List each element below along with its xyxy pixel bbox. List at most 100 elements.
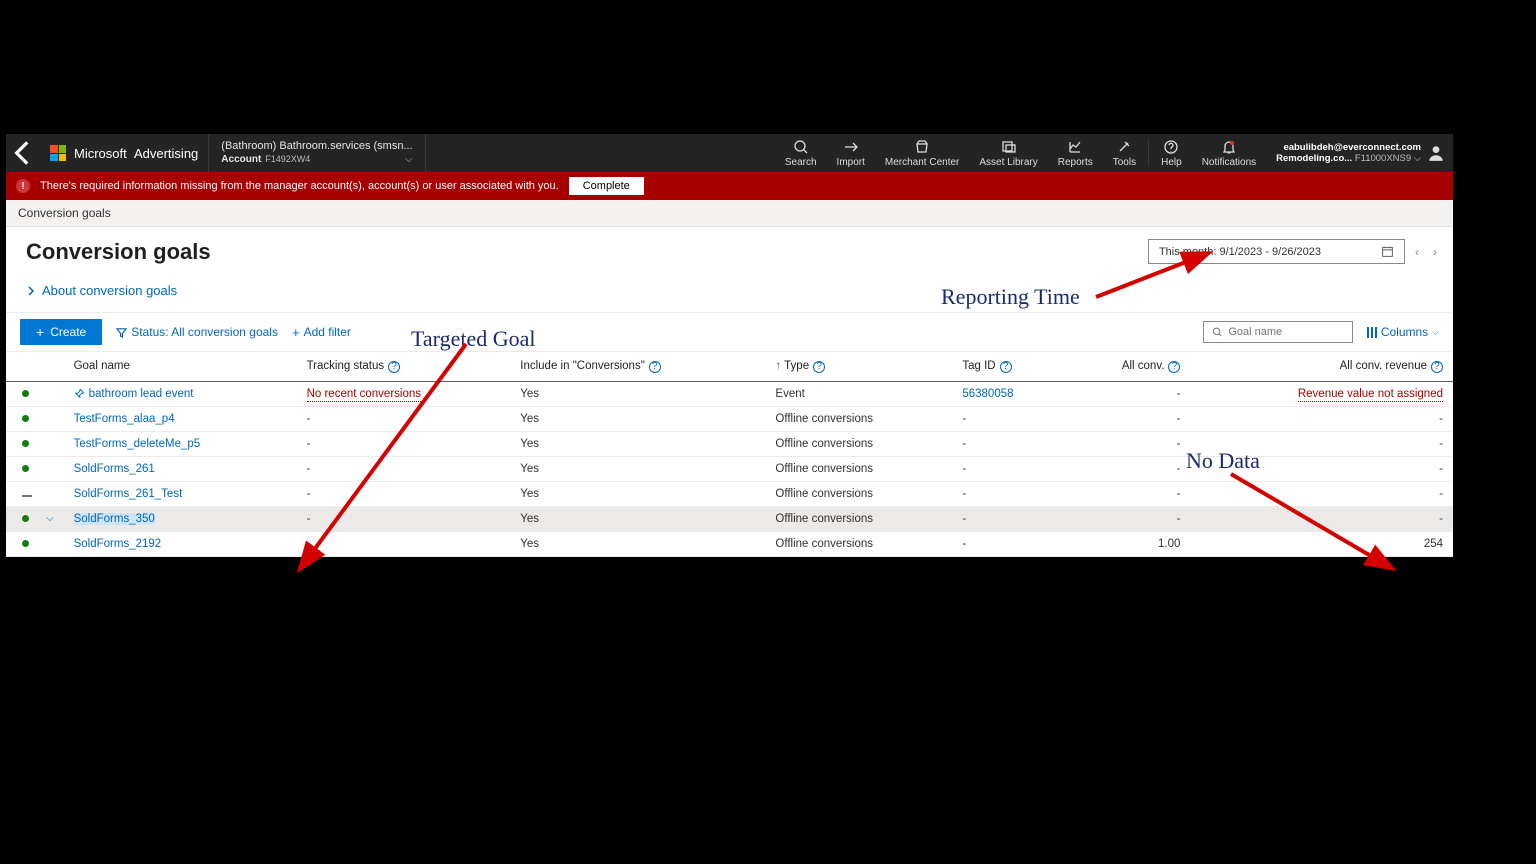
col-include[interactable]: Include in "Conversions"? — [510, 352, 765, 381]
col-tag[interactable]: Tag ID? — [952, 352, 1065, 381]
row-expand — [42, 406, 64, 431]
help-icon[interactable]: ? — [1168, 361, 1180, 373]
goal-name-cell[interactable]: SoldForms_261 — [64, 456, 297, 481]
goal-name-cell[interactable]: SoldForms_350 — [64, 506, 297, 531]
merchant-tool[interactable]: Merchant Center — [875, 134, 969, 172]
table-row[interactable]: TestForms_deleteMe_p5-YesOffline convers… — [6, 431, 1453, 456]
tag-cell: - — [952, 506, 1065, 531]
allconv-cell: - — [1065, 506, 1190, 531]
col-goalname[interactable]: Goal name — [64, 352, 297, 381]
include-cell: Yes — [510, 456, 765, 481]
table-row[interactable]: SoldForms_2192-YesOffline conversions-1.… — [6, 531, 1453, 556]
goals-table: Goal name Tracking status? Include in "C… — [6, 352, 1453, 557]
asset-library-tool[interactable]: Asset Library — [969, 134, 1047, 172]
about-expander[interactable]: About conversion goals — [26, 265, 1433, 312]
help-icon[interactable]: ? — [388, 361, 400, 373]
brand-text: Microsoft Advertising — [74, 146, 198, 161]
col-allconv[interactable]: All conv.? — [1065, 352, 1190, 381]
status-filter[interactable]: Status: All conversion goals — [116, 325, 278, 339]
tag-cell[interactable]: 56380058 — [952, 381, 1065, 406]
date-range-picker[interactable]: This month: 9/1/2023 - 9/26/2023 — [1148, 239, 1405, 264]
col-tracking[interactable]: Tracking status? — [297, 352, 511, 381]
help-icon[interactable]: ? — [1431, 361, 1443, 373]
status-filter-label: Status: All conversion goals — [131, 325, 278, 339]
allconv-cell: - — [1065, 381, 1190, 406]
columns-label: Columns — [1381, 325, 1428, 339]
help-icon[interactable]: ? — [1000, 361, 1012, 373]
tracking-cell: No recent conversions — [297, 381, 511, 406]
row-expand — [42, 381, 64, 406]
table-row[interactable]: SoldForms_261_Test-YesOffline conversion… — [6, 481, 1453, 506]
search-label: Search — [785, 157, 817, 168]
type-cell: Event — [765, 381, 952, 406]
allconv-cell: - — [1065, 406, 1190, 431]
user-account[interactable]: eabulibdeh@everconnect.com Remodeling.co… — [1266, 134, 1425, 172]
table-row[interactable]: SoldForms_261-YesOffline conversions--- — [6, 456, 1453, 481]
date-next-button[interactable]: › — [1429, 245, 1441, 259]
goal-name-cell[interactable]: SoldForms_2192 — [64, 531, 297, 556]
add-filter-button[interactable]: +Add filter — [292, 325, 351, 340]
goal-search-input[interactable] — [1203, 321, 1353, 343]
tools-tool[interactable]: Tools — [1103, 134, 1146, 172]
alert-banner: ! There's required information missing f… — [6, 172, 1453, 200]
date-prev-button[interactable]: ‹ — [1411, 245, 1423, 259]
reports-tool[interactable]: Reports — [1048, 134, 1103, 172]
allconvrev-cell: - — [1190, 481, 1453, 506]
row-expand — [42, 531, 64, 556]
table-row[interactable]: ⌵SoldForms_350-YesOffline conversions--- — [6, 506, 1453, 531]
goal-name-cell[interactable]: SoldForms_261_Test — [64, 481, 297, 506]
row-expand[interactable]: ⌵ — [42, 506, 64, 531]
microsoft-logo-icon — [50, 145, 66, 161]
asset-label: Asset Library — [979, 157, 1037, 168]
help-label: Help — [1161, 157, 1182, 168]
tools-label: Tools — [1113, 157, 1136, 168]
user-avatar-icon[interactable] — [1425, 134, 1453, 172]
help-icon[interactable]: ? — [813, 361, 825, 373]
row-status — [6, 381, 42, 406]
search-icon — [1212, 326, 1223, 338]
notifications-tool[interactable]: Notifications — [1192, 134, 1266, 172]
help-tool[interactable]: Help — [1151, 134, 1192, 172]
back-button[interactable] — [6, 134, 40, 172]
user-email: eabulibdeh@everconnect.com — [1283, 142, 1421, 153]
table-row[interactable]: bathroom lead eventNo recent conversions… — [6, 381, 1453, 406]
col-allconvrev[interactable]: All conv. revenue? — [1190, 352, 1453, 381]
help-icon[interactable]: ? — [649, 361, 661, 373]
alert-complete-button[interactable]: Complete — [569, 177, 644, 195]
goal-name-cell[interactable]: bathroom lead event — [64, 381, 297, 406]
import-tool[interactable]: Import — [827, 134, 875, 172]
brand[interactable]: Microsoft Advertising — [40, 134, 209, 172]
type-cell: Offline conversions — [765, 406, 952, 431]
tracking-cell: - — [297, 431, 511, 456]
account-switcher[interactable]: (Bathroom) Bathroom.services (smsn... Ac… — [209, 134, 425, 172]
date-range-row: This month: 9/1/2023 - 9/26/2023 ‹ › — [1148, 239, 1441, 264]
row-status — [6, 531, 42, 556]
columns-icon — [1367, 327, 1377, 338]
goal-name-cell[interactable]: TestForms_deleteMe_p5 — [64, 431, 297, 456]
alert-text: There's required information missing fro… — [40, 180, 559, 192]
row-status — [6, 456, 42, 481]
row-status — [6, 406, 42, 431]
allconvrev-cell: - — [1190, 431, 1453, 456]
allconv-cell: 1.00 — [1065, 531, 1190, 556]
tracking-cell: - — [297, 506, 511, 531]
allconvrev-cell: Revenue value not assigned — [1190, 381, 1453, 406]
columns-button[interactable]: Columns ⌵ — [1367, 325, 1439, 339]
about-label: About conversion goals — [42, 283, 177, 298]
goal-name-cell[interactable]: TestForms_alaa_p4 — [64, 406, 297, 431]
row-expand — [42, 456, 64, 481]
row-status — [6, 481, 42, 506]
search-tool[interactable]: Search — [775, 134, 827, 172]
type-cell: Offline conversions — [765, 531, 952, 556]
row-status — [6, 506, 42, 531]
include-cell: Yes — [510, 406, 765, 431]
row-expand — [42, 481, 64, 506]
table-row[interactable]: TestForms_alaa_p4 - YesOffline conversions… — [6, 406, 1453, 431]
goal-search-field[interactable] — [1228, 326, 1344, 338]
allconv-cell: - — [1065, 481, 1190, 506]
create-button[interactable]: +Create — [20, 319, 102, 345]
calendar-icon — [1381, 245, 1394, 258]
account-name: (Bathroom) Bathroom.services (smsn... — [221, 140, 412, 153]
merchant-label: Merchant Center — [885, 157, 959, 168]
col-type[interactable]: ↑ Type? — [765, 352, 952, 381]
